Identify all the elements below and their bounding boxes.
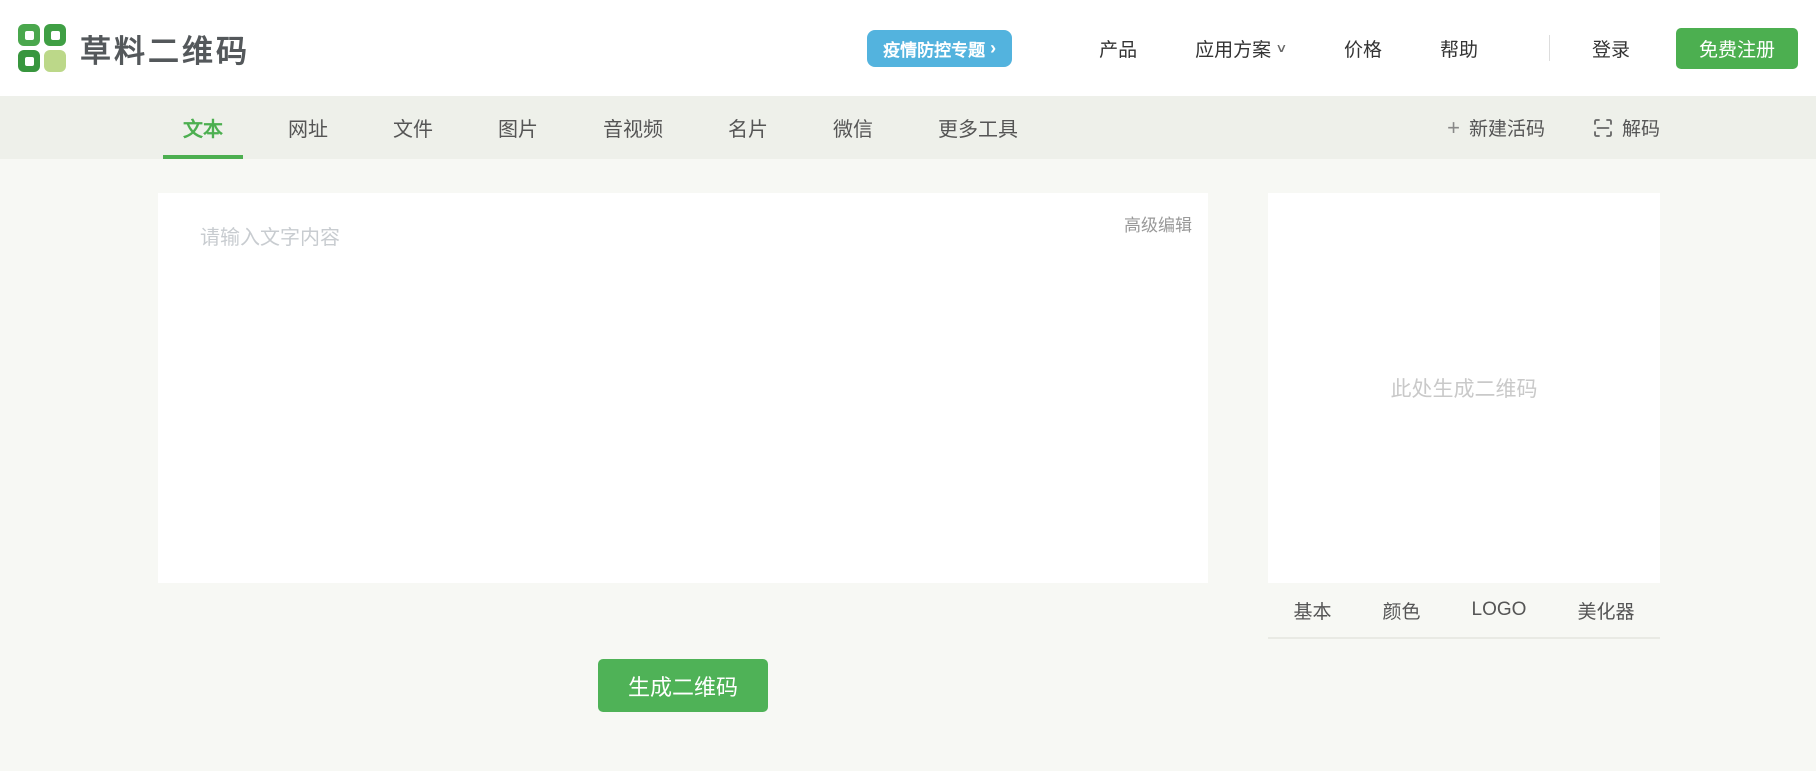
text-editor-card: 高级编辑 bbox=[158, 193, 1208, 583]
main-content: 高级编辑 此处生成二维码 基本 颜色 LOGO 美化器 生成二维码 bbox=[158, 193, 1660, 712]
nav-item-solutions[interactable]: 应用方案 ∨ bbox=[1195, 35, 1288, 62]
tab-more-tools[interactable]: 更多工具 bbox=[913, 96, 1043, 159]
nav-label: 应用方案 bbox=[1195, 39, 1272, 61]
tab-file[interactable]: 文件 bbox=[368, 96, 458, 159]
new-live-code-label: 新建活码 bbox=[1468, 119, 1545, 140]
brand-logo[interactable]: 草料二维码 bbox=[18, 24, 250, 72]
header: 草料二维码 疫情防控专题 › 产品 应用方案 ∨ 价格 帮助 登录 免费注册 bbox=[0, 0, 1816, 96]
tab-business-card[interactable]: 名片 bbox=[703, 96, 793, 159]
style-tab-beautifier[interactable]: 美化器 bbox=[1577, 597, 1634, 624]
nav-label: 价格 bbox=[1343, 39, 1382, 61]
generate-qr-button[interactable]: 生成二维码 bbox=[598, 659, 768, 712]
style-tab-basic[interactable]: 基本 bbox=[1294, 597, 1332, 624]
nav-label: 帮助 bbox=[1439, 39, 1478, 61]
plus-icon: + bbox=[1447, 114, 1460, 140]
qr-style-tabs: 基本 颜色 LOGO 美化器 bbox=[1268, 583, 1660, 637]
type-tabbar: 文本 网址 文件 图片 音视频 名片 微信 更多工具 + 新建活码 解码 bbox=[0, 96, 1816, 159]
type-tabs: 文本 网址 文件 图片 音视频 名片 微信 更多工具 bbox=[158, 96, 1058, 159]
arrow-right-icon: › bbox=[990, 37, 997, 58]
scan-icon bbox=[1594, 118, 1612, 137]
advanced-edit-link[interactable]: 高级编辑 bbox=[1124, 211, 1192, 236]
tabbar-actions: + 新建活码 解码 bbox=[1447, 96, 1660, 159]
qr-placeholder-text: 此处生成二维码 bbox=[1390, 378, 1538, 401]
qr-preview-panel: 此处生成二维码 基本 颜色 LOGO 美化器 bbox=[1268, 193, 1660, 639]
logo-tile bbox=[18, 50, 40, 72]
qr-preview-card: 此处生成二维码 bbox=[1268, 193, 1660, 583]
logo-tile bbox=[44, 50, 66, 72]
chevron-down-icon: ∨ bbox=[1275, 41, 1288, 55]
nav-item-products[interactable]: 产品 bbox=[1099, 35, 1137, 62]
style-tab-color[interactable]: 颜色 bbox=[1383, 597, 1421, 624]
decode-label: 解码 bbox=[1621, 119, 1660, 140]
tab-audio-video[interactable]: 音视频 bbox=[578, 96, 688, 159]
text-input[interactable] bbox=[158, 193, 1208, 583]
brand-name: 草料二维码 bbox=[80, 33, 250, 69]
promo-badge-epidemic[interactable]: 疫情防控专题 › bbox=[867, 29, 1013, 67]
nav-item-help[interactable]: 帮助 bbox=[1440, 35, 1478, 62]
logo-tile bbox=[18, 24, 40, 46]
nav-label: 产品 bbox=[1099, 39, 1138, 61]
login-link[interactable]: 登录 bbox=[1592, 35, 1630, 62]
style-tabs-divider bbox=[1268, 637, 1660, 639]
style-tab-logo[interactable]: LOGO bbox=[1472, 599, 1527, 621]
tab-url[interactable]: 网址 bbox=[263, 96, 353, 159]
decode-button[interactable]: 解码 bbox=[1593, 114, 1660, 141]
register-button[interactable]: 免费注册 bbox=[1675, 27, 1798, 69]
qr-logo-icon bbox=[18, 24, 66, 72]
tab-wechat[interactable]: 微信 bbox=[808, 96, 898, 159]
tab-text[interactable]: 文本 bbox=[158, 96, 248, 159]
nav-item-pricing[interactable]: 价格 bbox=[1344, 35, 1382, 62]
logo-tile bbox=[44, 24, 66, 46]
new-live-code-button[interactable]: + 新建活码 bbox=[1447, 114, 1545, 141]
tab-image[interactable]: 图片 bbox=[473, 96, 563, 159]
header-divider bbox=[1548, 35, 1550, 61]
promo-badge-label: 疫情防控专题 bbox=[883, 40, 986, 60]
